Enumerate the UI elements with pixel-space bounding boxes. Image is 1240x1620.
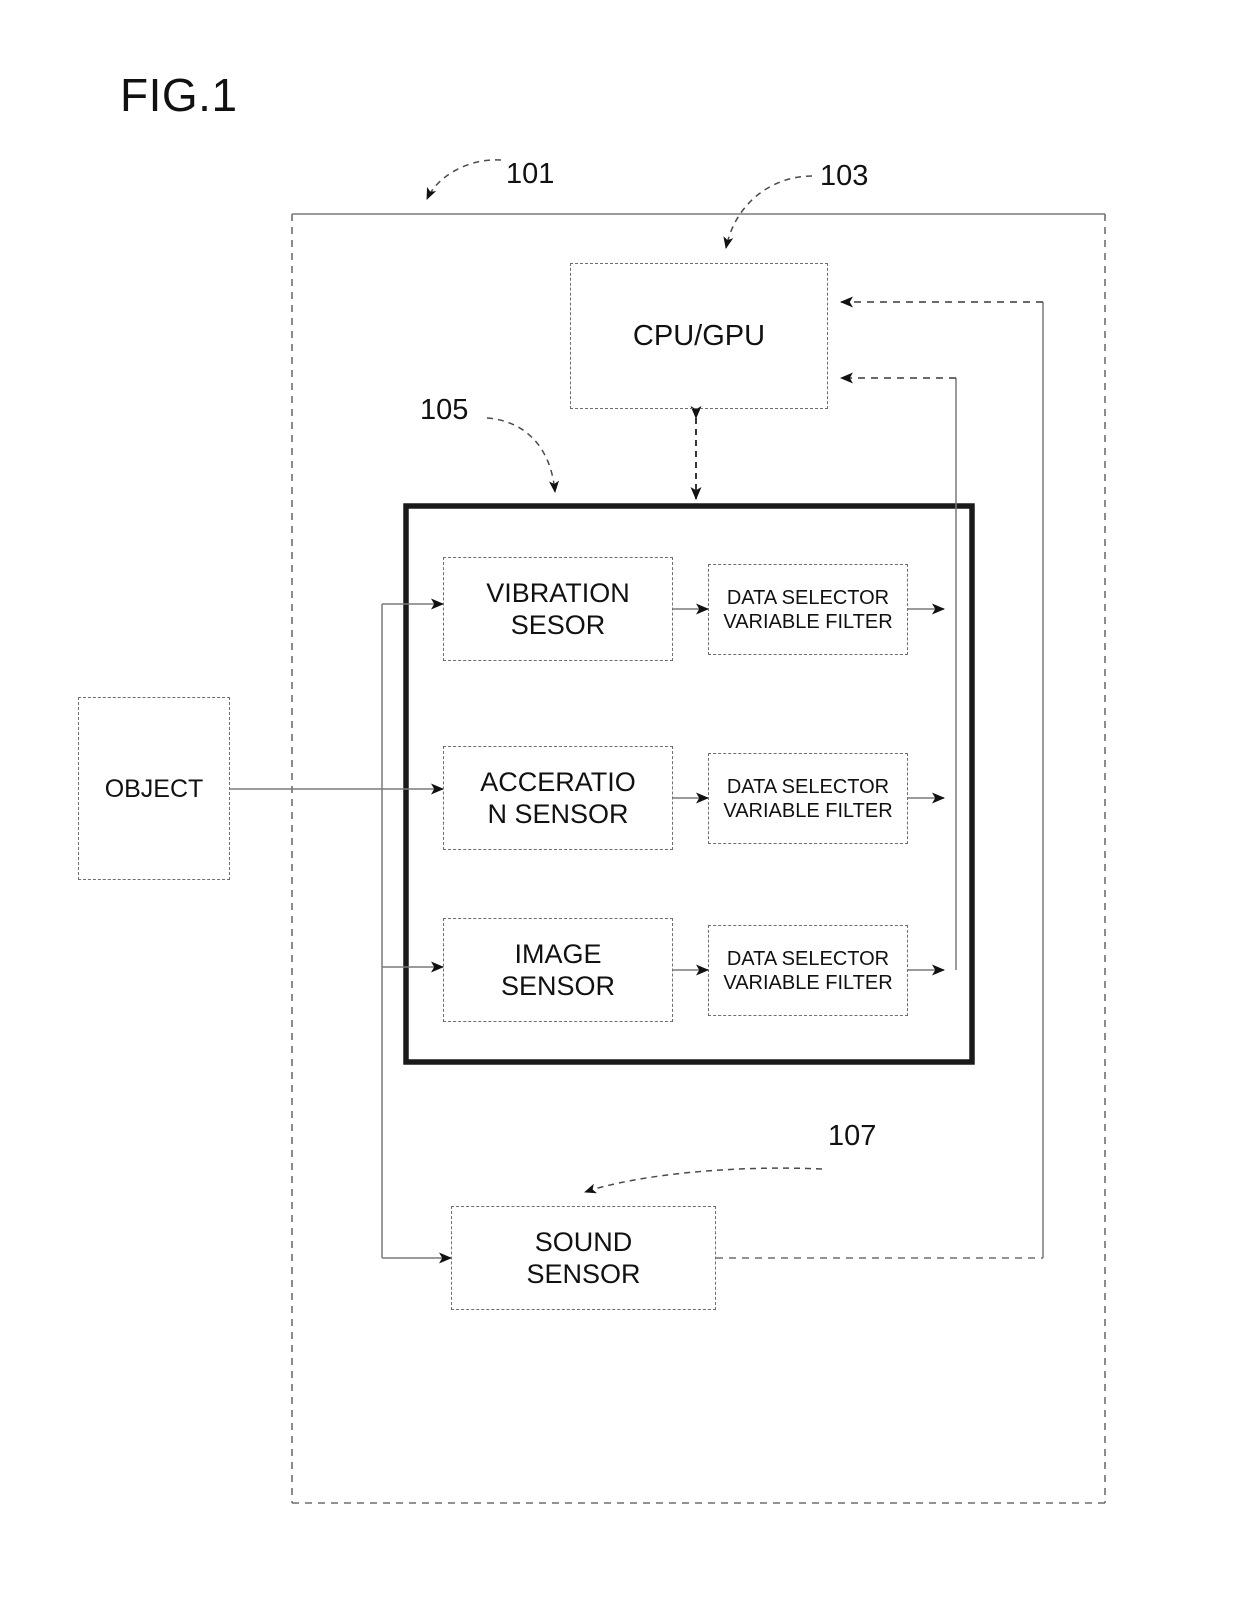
- reference-numeral-103: 103: [820, 160, 869, 192]
- data-selector-variable-filter-label-2: DATA SELECTOR VARIABLE FILTER: [723, 775, 893, 822]
- cpu-gpu-label: CPU/GPU: [632, 319, 766, 352]
- reference-numeral-101: 101: [506, 158, 555, 190]
- reference-numeral-107: 107: [828, 1120, 877, 1152]
- data-selector-variable-filter-block-2: DATA SELECTOR VARIABLE FILTER: [708, 753, 908, 844]
- acceleration-sensor-block: ACCERATIO N SENSOR: [443, 746, 673, 850]
- image-sensor-block: IMAGE SENSOR: [443, 918, 673, 1022]
- vibration-sensor-label: VIBRATION SESOR: [486, 577, 630, 640]
- data-selector-variable-filter-block-1: DATA SELECTOR VARIABLE FILTER: [708, 564, 908, 655]
- cpu-gpu-block: CPU/GPU: [570, 263, 828, 409]
- leader-103: [723, 175, 813, 249]
- leader-101: [426, 159, 502, 200]
- sensor-output-collector-bus: [840, 372, 957, 970]
- reference-numeral-105: 105: [420, 394, 469, 426]
- figure-page: FIG.1 101 103 105 107 CPU/GPU OBJECT VIB…: [0, 0, 1240, 1620]
- object-label: OBJECT: [104, 774, 204, 803]
- leader-105: [486, 417, 560, 493]
- object-block: OBJECT: [78, 697, 230, 880]
- sound-sensor-block: SOUND SENSOR: [451, 1206, 716, 1310]
- image-sensor-label: IMAGE SENSOR: [500, 938, 616, 1001]
- sound-sensor-label: SOUND SENSOR: [526, 1226, 641, 1289]
- leader-107: [584, 1167, 823, 1194]
- data-selector-variable-filter-label-3: DATA SELECTOR VARIABLE FILTER: [723, 947, 893, 994]
- data-selector-variable-filter-label-1: DATA SELECTOR VARIABLE FILTER: [723, 586, 893, 633]
- acceleration-sensor-label: ACCERATIO N SENSOR: [480, 766, 636, 829]
- data-selector-variable-filter-block-3: DATA SELECTOR VARIABLE FILTER: [708, 925, 908, 1016]
- vibration-sensor-block: VIBRATION SESOR: [443, 557, 673, 661]
